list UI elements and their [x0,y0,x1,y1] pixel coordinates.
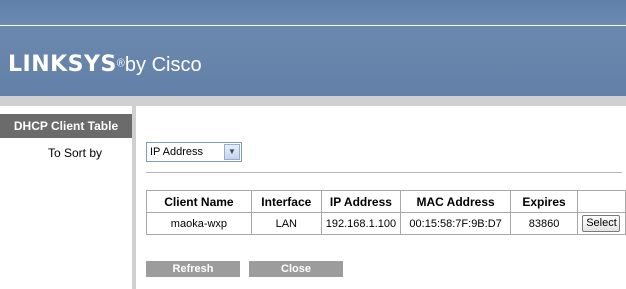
cell-expires: 83860 [510,212,578,235]
header-bottom-band [0,96,626,106]
dhcp-client-table: Client Name Interface IP Address MAC Add… [146,190,626,235]
sidebar: DHCP Client Table To Sort by [0,106,136,289]
column-header-expires: Expires [510,190,578,213]
column-header-ip-address: IP Address [320,190,402,213]
sort-by-label: To Sort by [47,146,102,160]
table-header-row: Client Name Interface IP Address MAC Add… [146,190,626,213]
cell-ip-address: 192.168.1.100 [320,212,402,235]
column-header-interface: Interface [250,190,322,213]
registered-mark: ® [116,57,125,70]
column-header-mac-address: MAC Address [400,190,512,213]
linksys-logo-text: LINKSYS [8,52,117,77]
top-strip [0,0,626,25]
table-row: maoka-wxp LAN 192.168.1.100 00:15:58:7F:… [146,212,626,235]
close-button[interactable]: Close [249,261,343,277]
chevron-down-icon[interactable]: ▼ [224,144,240,160]
main-content: IP Address ▼ Client Name Interface IP Ad… [136,106,626,289]
sort-select[interactable]: IP Address ▼ [146,142,242,162]
cell-action: Select [576,212,626,235]
by-cisco-text: by Cisco [124,54,202,76]
column-header-action [576,190,626,213]
column-header-client-name: Client Name [146,190,252,213]
cell-client-name: maoka-wxp [146,212,252,235]
sidebar-title: DHCP Client Table [0,114,132,138]
cell-mac-address: 00:15:58:7F:9B:D7 [400,212,512,235]
refresh-button[interactable]: Refresh [146,261,240,277]
sort-select-value: IP Address [150,146,203,158]
cell-interface: LAN [250,212,322,235]
select-button[interactable]: Select [582,215,621,232]
divider [146,172,622,173]
brand-logo: LINKSYS®by Cisco [8,52,202,77]
